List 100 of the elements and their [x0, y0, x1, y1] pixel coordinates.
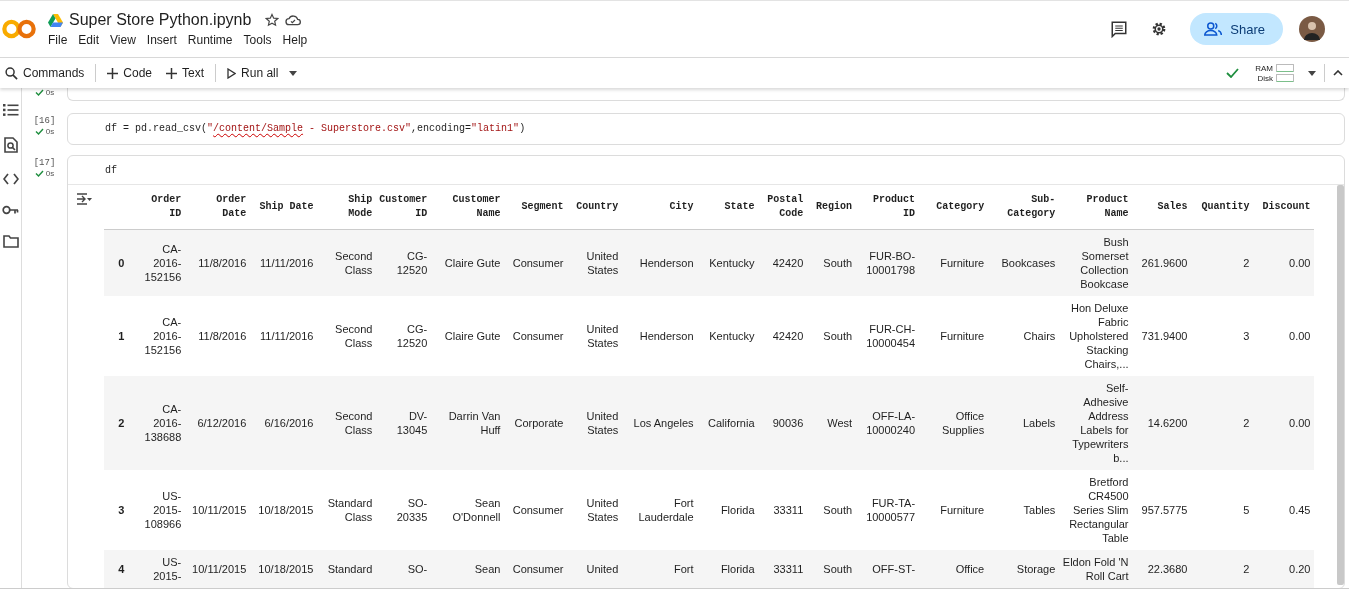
collapse-icon[interactable] — [1333, 70, 1343, 76]
column-header[interactable]: Product ID — [856, 185, 920, 230]
code-cell[interactable] — [67, 155, 1345, 588]
table-cell: Henderson — [622, 229, 698, 296]
run-time: 0s — [34, 169, 55, 178]
output-menu-icon[interactable] — [76, 193, 92, 205]
column-header[interactable]: Category — [919, 185, 989, 230]
table-cell: 2 — [1191, 229, 1254, 296]
table-cell: 3 — [1191, 296, 1254, 376]
table-cell: Darrin Van Huff — [431, 376, 505, 470]
column-header[interactable]: Country — [567, 185, 623, 230]
add-button[interactable]: Code — [104, 66, 156, 80]
row-index: 2 — [104, 376, 141, 470]
table-cell: OFF-ST- — [856, 550, 920, 588]
table-cell: 11/8/2016 — [185, 296, 251, 376]
avatar-icon[interactable] — [1299, 16, 1325, 42]
column-header[interactable]: Segment — [504, 185, 568, 230]
table-cell: 10/11/2015 — [185, 550, 251, 588]
star-icon[interactable] — [265, 13, 280, 27]
code-icon[interactable] — [2, 173, 19, 185]
table-of-contents-icon[interactable] — [2, 103, 19, 117]
notebook-title[interactable]: Super Store Python.ipynb — [69, 11, 252, 29]
menu-item[interactable]: Insert — [142, 33, 181, 47]
table-cell: 11/11/2016 — [250, 296, 318, 376]
code-cell[interactable]: df = pd.read_csv("/content/Sample - Superstore.csv",encoding="latin1") — [67, 113, 1345, 145]
row-index: 3 — [104, 470, 141, 550]
column-header[interactable]: Quantity — [1191, 185, 1254, 230]
table-cell: Standard — [317, 550, 377, 588]
commands-button[interactable]: Commands — [2, 66, 88, 80]
menu-item[interactable]: File — [48, 33, 72, 47]
colab-logo-icon[interactable] — [2, 18, 36, 40]
table-cell: Furniture — [919, 296, 989, 376]
scrollbar[interactable] — [1337, 185, 1344, 585]
table-cell: Consumer — [504, 470, 568, 550]
table-cell: Consumer — [504, 550, 568, 588]
dropdown-caret-icon[interactable] — [1308, 70, 1316, 76]
table-cell: United States — [567, 229, 623, 296]
table-cell: Fort — [622, 550, 698, 588]
column-header[interactable]: Discount — [1253, 185, 1315, 230]
add-button[interactable]: Text — [163, 66, 208, 80]
table-cell: United States — [567, 376, 623, 470]
column-header[interactable]: Customer ID — [376, 185, 432, 230]
menu-item[interactable]: Tools — [239, 33, 276, 47]
column-header[interactable]: Product Name — [1059, 185, 1133, 230]
table-cell: OFF-LA-10000240 — [856, 376, 920, 470]
column-header[interactable]: Customer Name — [431, 185, 505, 230]
table-cell: Eldon Fold 'N Roll Cart — [1059, 550, 1133, 588]
column-header[interactable]: Region — [807, 185, 857, 230]
execution-count: [17] — [33, 158, 56, 168]
column-header[interactable]: Postal Code — [758, 185, 808, 230]
menu-item[interactable]: Runtime — [183, 33, 237, 47]
table-cell: 22.3680 — [1132, 550, 1192, 588]
table-cell: Kentucky — [697, 229, 759, 296]
resource-meter[interactable]: RAM Disk — [1255, 63, 1294, 83]
table-cell: South — [807, 296, 857, 376]
table-cell: South — [807, 470, 857, 550]
drive-icon[interactable] — [48, 13, 63, 27]
table-cell: United States — [567, 296, 623, 376]
column-header[interactable]: Ship Date — [250, 185, 318, 230]
column-header[interactable]: State — [697, 185, 759, 230]
table-cell: Second Class — [317, 376, 377, 470]
row-index: 0 — [104, 229, 141, 296]
column-header[interactable]: Sales — [1132, 185, 1192, 230]
table-cell: Second Class — [317, 296, 377, 376]
table-cell: 5 — [1191, 470, 1254, 550]
column-header[interactable]: City — [622, 185, 698, 230]
column-header[interactable]: Sub-Category — [988, 185, 1060, 230]
table-cell: Office Supplies — [919, 376, 989, 470]
column-header[interactable]: Order ID — [140, 185, 186, 230]
table-cell: Consumer — [504, 229, 568, 296]
run-time: 0s — [34, 127, 55, 136]
run-time: 0s — [34, 88, 55, 97]
comment-icon[interactable] — [1110, 20, 1129, 38]
code-cell[interactable] — [67, 88, 1345, 101]
table-cell: 0.00 — [1253, 296, 1315, 376]
table-cell: 10/18/2015 — [250, 470, 318, 550]
table-cell: California — [697, 376, 759, 470]
menu-item[interactable]: View — [106, 33, 140, 47]
table-cell: Chairs — [988, 296, 1060, 376]
table-cell: West — [807, 376, 857, 470]
table-cell: CG-12520 — [376, 229, 432, 296]
column-header[interactable]: Ship Mode — [317, 185, 377, 230]
folder-icon[interactable] — [2, 235, 19, 248]
row-index: 4 — [104, 550, 141, 588]
share-button[interactable]: Share — [1190, 13, 1283, 45]
cloud-icon[interactable] — [285, 14, 302, 26]
table-cell: Henderson — [622, 296, 698, 376]
table-cell: 90036 — [758, 376, 808, 470]
table-cell: 0.45 — [1253, 470, 1315, 550]
find-icon[interactable] — [3, 137, 18, 153]
plus-icon — [166, 67, 178, 79]
dropdown-caret-icon[interactable] — [289, 70, 298, 76]
column-header[interactable]: Order Date — [185, 185, 251, 230]
key-icon[interactable] — [2, 205, 19, 215]
menu-item[interactable]: Edit — [74, 33, 104, 47]
table-cell: DV-13045 — [376, 376, 432, 470]
menu-item[interactable]: Help — [278, 33, 312, 47]
run-all-button[interactable]: Run all — [224, 66, 282, 80]
table-cell: 261.9600 — [1132, 229, 1192, 296]
table-cell: CA-2016-152156 — [140, 229, 186, 296]
